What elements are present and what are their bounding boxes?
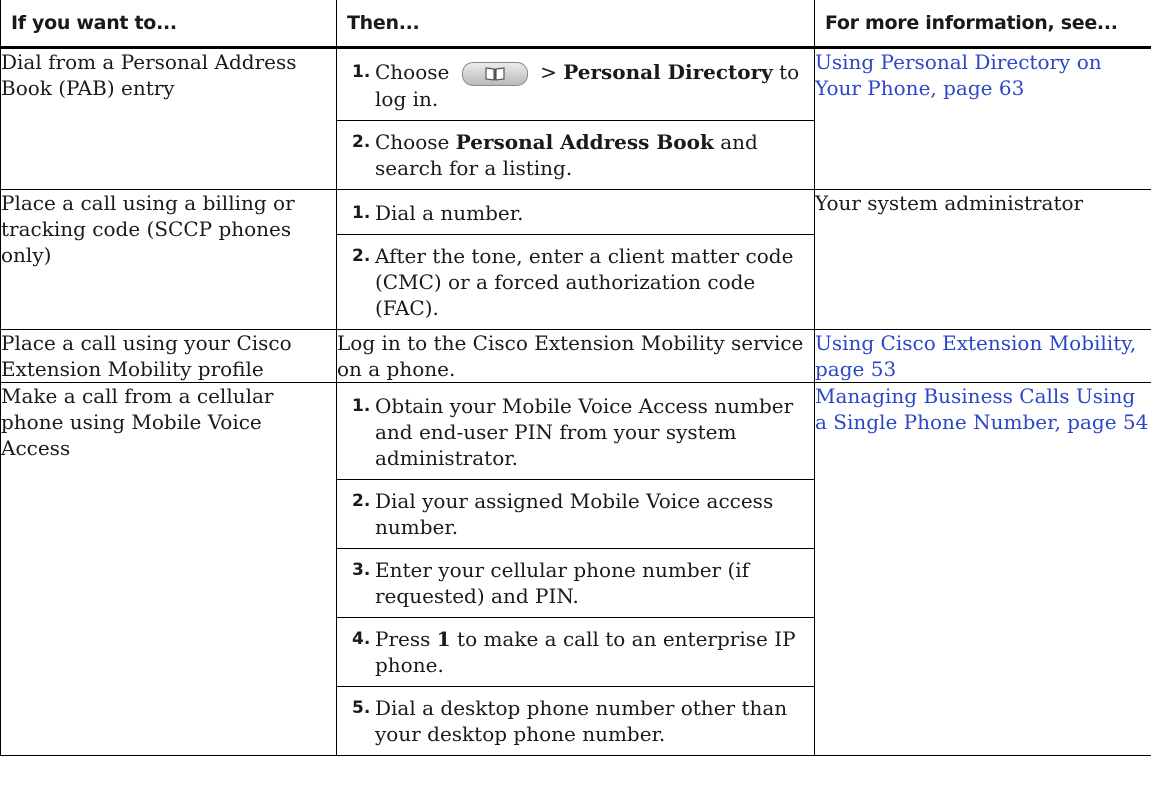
step-number: 1. <box>352 203 371 223</box>
step-number: 3. <box>352 560 371 580</box>
step-number: 1. <box>352 396 371 416</box>
step-number: 2. <box>352 132 371 152</box>
info-link[interactable]: Managing Business Calls Using a Single P… <box>815 384 1148 434</box>
info-link[interactable]: Using Personal Directory on Your Phone, … <box>815 50 1102 100</box>
step-item: 1. Obtain your Mobile Voice Access numbe… <box>337 383 814 480</box>
instructions-table: If you want to... Then... For more infor… <box>0 0 1151 756</box>
step-number: 2. <box>352 246 371 266</box>
step-text: Dial your assigned Mobile Voice access n… <box>375 489 774 539</box>
row-then: 1. Choose > Personal Directory to log in… <box>336 47 815 190</box>
step-item: 3. Enter your cellular phone number (if … <box>337 549 814 618</box>
step-item: 1. Dial a number. <box>337 190 814 235</box>
table-row: Place a call using a billing or tracking… <box>0 189 1151 330</box>
step-text: After the tone, enter a client matter co… <box>375 244 794 320</box>
row-then: Log in to the Cisco Extension Mobility s… <box>336 329 815 383</box>
step-item: 2. Dial your assigned Mobile Voice acces… <box>337 480 814 549</box>
header-if-you-want: If you want to... <box>0 0 337 49</box>
step-text: Dial a desktop phone number other than y… <box>375 696 788 746</box>
step-text: Choose <box>375 60 450 84</box>
step-number: 4. <box>352 629 371 649</box>
step-list: 1. Dial a number. 2. After the tone, ent… <box>337 190 814 329</box>
step-item: 5. Dial a desktop phone number other tha… <box>337 687 814 755</box>
step-item: 2. After the tone, enter a client matter… <box>337 235 814 329</box>
step-item: 1. Choose > Personal Directory to log in… <box>337 49 814 121</box>
row-want: Make a call from a cellular phone using … <box>0 382 337 756</box>
header-more-info: For more information, see... <box>814 0 1151 49</box>
table-header-row: If you want to... Then... For more infor… <box>0 0 1151 49</box>
table-row: Make a call from a cellular phone using … <box>0 382 1151 756</box>
table-row: Dial from a Personal Address Book (PAB) … <box>0 47 1151 190</box>
info-link[interactable]: Using Cisco Extension Mobility, page 53 <box>815 331 1136 381</box>
row-want: Place a call using a billing or tracking… <box>0 189 337 330</box>
row-info: Using Personal Directory on Your Phone, … <box>814 47 1151 190</box>
step-bold-text: 1 <box>436 627 451 651</box>
step-number: 1. <box>352 62 371 82</box>
directories-icon <box>461 62 528 86</box>
step-text: Dial a number. <box>375 201 524 225</box>
row-info: Using Cisco Extension Mobility, page 53 <box>814 329 1151 383</box>
row-then: 1. Obtain your Mobile Voice Access numbe… <box>336 382 815 756</box>
step-list: 1. Obtain your Mobile Voice Access numbe… <box>337 383 814 755</box>
row-then: 1. Dial a number. 2. After the tone, ent… <box>336 189 815 330</box>
row-info: Managing Business Calls Using a Single P… <box>814 382 1151 756</box>
row-want: Dial from a Personal Address Book (PAB) … <box>0 47 337 190</box>
step-text: Enter your cellular phone number (if req… <box>375 558 750 608</box>
step-list: 1. Choose > Personal Directory to log in… <box>337 49 814 189</box>
header-then: Then... <box>336 0 815 49</box>
step-bold-text: Personal Directory <box>563 60 773 84</box>
step-number: 2. <box>352 491 371 511</box>
step-text: Obtain your Mobile Voice Access number a… <box>375 394 794 470</box>
step-item: 4. Press 1 to make a call to an enterpri… <box>337 618 814 687</box>
row-info: Your system administrator <box>814 189 1151 330</box>
row-want: Place a call using your Cisco Extension … <box>0 329 337 383</box>
table-row: Place a call using your Cisco Extension … <box>0 329 1151 383</box>
step-bold-text: Personal Address Book <box>455 130 714 154</box>
step-number: 5. <box>352 698 371 718</box>
step-item: 2. Choose Personal Address Book and sear… <box>337 121 814 189</box>
